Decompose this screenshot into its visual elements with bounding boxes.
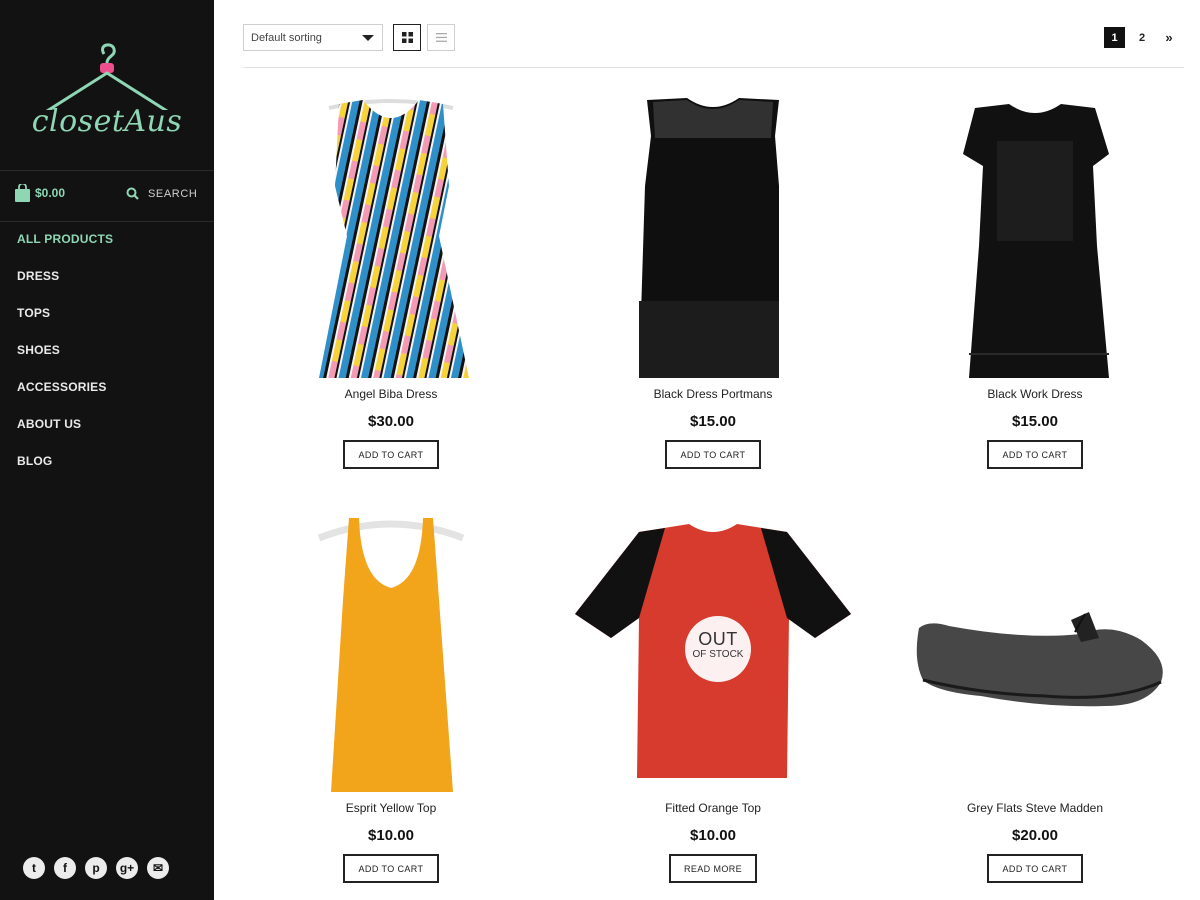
cart-total: $0.00 bbox=[35, 186, 66, 200]
search-button[interactable]: SEARCH bbox=[126, 187, 197, 200]
nav-item-shoes[interactable]: SHOES bbox=[17, 337, 113, 374]
sorting-select[interactable]: Default sorting bbox=[243, 24, 383, 51]
product-image[interactable] bbox=[885, 96, 1185, 386]
grid-view-button[interactable] bbox=[393, 24, 421, 51]
nav-item-blog[interactable]: BLOG bbox=[17, 448, 113, 485]
chevron-down-icon bbox=[362, 35, 374, 41]
product-price: $15.00 bbox=[690, 413, 736, 430]
sidebar-divider bbox=[0, 221, 214, 222]
nav-item-accessories[interactable]: ACCESSORIES bbox=[17, 374, 113, 411]
search-icon bbox=[126, 187, 139, 200]
email-icon[interactable]: ✉ bbox=[147, 857, 169, 879]
sidebar: closetAus $0.00 SEARCH ALL PRODUCTS DRES… bbox=[0, 0, 214, 900]
site-logo[interactable]: closetAus bbox=[0, 0, 214, 170]
logo-text: closetAus bbox=[31, 104, 183, 139]
add-to-cart-button[interactable]: ADD TO CART bbox=[343, 854, 439, 883]
next-page-icon[interactable]: » bbox=[1162, 27, 1176, 48]
add-to-cart-button[interactable]: ADD TO CART bbox=[987, 854, 1083, 883]
list-icon bbox=[435, 33, 447, 42]
product-title[interactable]: Esprit Yellow Top bbox=[241, 801, 541, 815]
product-image[interactable] bbox=[241, 96, 541, 386]
product-price: $10.00 bbox=[368, 827, 414, 844]
sorting-selected-value: Default sorting bbox=[251, 32, 322, 44]
pinterest-icon[interactable]: p bbox=[85, 857, 107, 879]
social-links: t f p g+ ✉ bbox=[23, 857, 169, 879]
product-card: OUT OF STOCK Fitted Orange Top $10.00 RE… bbox=[563, 510, 863, 900]
out-of-stock-badge: OUT OF STOCK bbox=[685, 616, 751, 682]
google-plus-icon[interactable]: g+ bbox=[116, 857, 138, 879]
product-card: Grey Flats Steve Madden $20.00 ADD TO CA… bbox=[885, 510, 1185, 900]
product-title[interactable]: Black Dress Portmans bbox=[563, 387, 863, 401]
read-more-button[interactable]: READ MORE bbox=[669, 854, 757, 883]
cart-button[interactable]: $0.00 bbox=[15, 184, 65, 202]
toolbar-divider bbox=[243, 67, 1184, 68]
shopping-bag-icon bbox=[15, 184, 30, 202]
product-price: $20.00 bbox=[1012, 827, 1058, 844]
search-label: SEARCH bbox=[148, 187, 198, 200]
page-2-link[interactable]: 2 bbox=[1134, 27, 1150, 48]
product-title[interactable]: Fitted Orange Top bbox=[563, 801, 863, 815]
nav-item-all-products[interactable]: ALL PRODUCTS bbox=[17, 226, 113, 263]
product-card: Black Work Dress $15.00 ADD TO CART bbox=[885, 96, 1185, 496]
product-title[interactable]: Black Work Dress bbox=[885, 387, 1185, 401]
badge-line-1: OUT bbox=[698, 629, 738, 649]
product-image[interactable] bbox=[241, 510, 541, 800]
product-card: Black Dress Portmans $15.00 ADD TO CART bbox=[563, 96, 863, 496]
page-1-link[interactable]: 1 bbox=[1104, 27, 1125, 48]
add-to-cart-button[interactable]: ADD TO CART bbox=[665, 440, 761, 469]
product-title[interactable]: Angel Biba Dress bbox=[241, 387, 541, 401]
product-price: $15.00 bbox=[1012, 413, 1058, 430]
nav-item-tops[interactable]: TOPS bbox=[17, 300, 113, 337]
product-image[interactable] bbox=[885, 510, 1185, 800]
badge-line-2: OF STOCK bbox=[692, 649, 744, 660]
product-price: $10.00 bbox=[690, 827, 736, 844]
product-title[interactable]: Grey Flats Steve Madden bbox=[885, 801, 1185, 815]
sidebar-divider bbox=[0, 170, 214, 171]
product-card: Angel Biba Dress $30.00 ADD TO CART bbox=[241, 96, 541, 496]
product-card: Esprit Yellow Top $10.00 ADD TO CART bbox=[241, 510, 541, 900]
main-nav: ALL PRODUCTS DRESS TOPS SHOES ACCESSORIE… bbox=[17, 226, 113, 485]
list-view-button[interactable] bbox=[427, 24, 455, 51]
add-to-cart-button[interactable]: ADD TO CART bbox=[987, 440, 1083, 469]
nav-item-dress[interactable]: DRESS bbox=[17, 263, 113, 300]
twitter-icon[interactable]: t bbox=[23, 857, 45, 879]
nav-item-about-us[interactable]: ABOUT US bbox=[17, 411, 113, 448]
product-image[interactable] bbox=[563, 96, 863, 386]
product-price: $30.00 bbox=[368, 413, 414, 430]
add-to-cart-button[interactable]: ADD TO CART bbox=[343, 440, 439, 469]
hanger-icon bbox=[45, 43, 169, 110]
grid-icon bbox=[401, 32, 413, 43]
facebook-icon[interactable]: f bbox=[54, 857, 76, 879]
